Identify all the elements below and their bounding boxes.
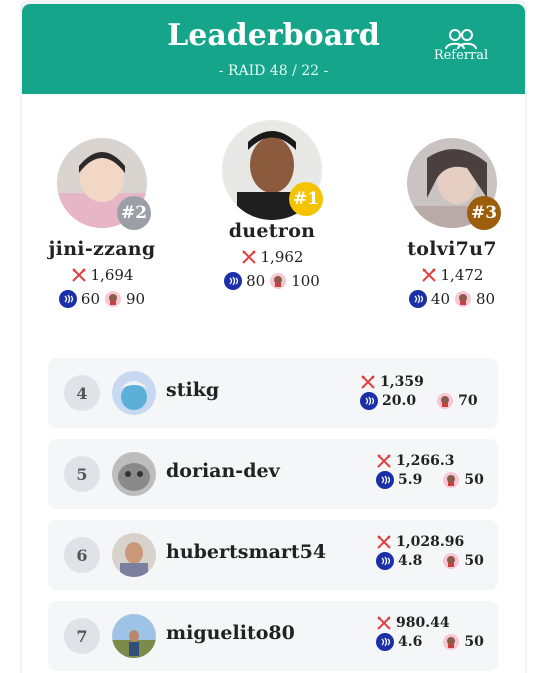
player-name: stikg [166,379,220,401]
pet-icon [270,273,287,289]
referral-button[interactable]: Referral [429,28,493,63]
pet-icon [437,393,454,409]
score-row: 1,962 [192,248,352,266]
score-value: 1,359 [380,374,424,390]
coins-value: 4.8 [398,553,423,569]
raid-subtitle: - RAID 48 / 22 - [218,63,329,79]
pets-value: 50 [464,553,484,569]
table-row[interactable]: 4 stikg 1,359 20.0 70 [48,358,498,428]
score-value: 1,266.3 [396,453,455,469]
pet-icon [443,553,460,569]
score-value: 1,028.96 [396,534,465,550]
player-stats: 980.44 4.6 50 [376,615,506,651]
swords-icon [377,454,391,468]
avatar [112,533,156,577]
swords-icon [241,250,256,264]
steem-coin-icon [224,272,243,290]
rank-badge: #1 [289,182,323,216]
table-row[interactable]: 6 hubertsmart54 1,028.96 4.8 50 [48,520,498,590]
pet-icon [455,291,471,307]
player-name: duetron [228,220,316,242]
leaderboard-header: Leaderboard - RAID 48 / 22 - Referral [22,4,525,94]
coins-value: 5.9 [398,472,423,488]
coins-value: 4.6 [398,634,423,650]
score-value: 980.44 [396,615,450,631]
pets-value: 50 [464,472,484,488]
coins-value: 80 [246,272,266,290]
steem-coin-icon [376,471,394,489]
users-icon [445,29,477,50]
pet-icon [105,291,121,307]
player-name: miguelito80 [166,622,295,644]
player-stats: 1,028.96 4.8 50 [376,534,506,570]
referral-label: Referral [433,48,489,63]
coins-value: 40 [430,290,450,308]
coins-value: 60 [80,290,100,308]
leaderboard-content: #2 jini-zzang 1,694 60 90 #1 duetron 1,9… [22,94,525,673]
rank-badge: #2 [117,196,151,230]
pets-value: 70 [458,393,478,409]
player-name: tolvi7u7 [407,238,497,260]
score-value: 1,472 [440,266,484,284]
player-name: hubertsmart54 [166,541,327,563]
score-value: 1,962 [260,248,304,266]
swords-icon [71,268,86,282]
swords-icon [377,616,391,630]
rank-badge: #3 [467,196,501,230]
avatar [112,452,156,496]
coins-value: 20.0 [382,393,417,409]
steem-coin-icon [58,290,77,308]
player-name: jini-zzang [48,238,156,260]
score-row: 1,694 [22,266,182,284]
pets-value: 100 [291,272,320,290]
table-row[interactable]: 7 miguelito80 980.44 4.6 50 [48,601,498,671]
player-stats: 1,266.3 5.9 50 [376,453,506,489]
steem-coin-icon [360,392,378,410]
podium-third[interactable]: #3 tolvi7u7 1,472 40 80 [372,124,532,308]
rank-number: 7 [64,618,100,654]
podium-first[interactable]: #1 duetron 1,962 80 100 [192,120,352,290]
pet-icon [443,634,460,650]
pet-icon [443,472,460,488]
avatar [112,371,156,415]
score-value: 1,694 [90,266,134,284]
steem-coin-icon [408,290,427,308]
rank-number: 6 [64,537,100,573]
reward-row: 80 100 [192,272,352,290]
pets-value: 90 [126,290,146,308]
reward-row: 60 90 [22,290,182,308]
swords-icon [361,375,375,389]
steem-coin-icon [376,552,394,570]
pets-value: 50 [464,634,484,650]
podium-second[interactable]: #2 jini-zzang 1,694 60 90 [22,124,182,308]
steem-coin-icon [376,633,394,651]
avatar [112,614,156,658]
swords-icon [421,268,436,282]
rank-number: 4 [64,375,100,411]
reward-row: 40 80 [372,290,532,308]
table-row[interactable]: 5 dorian-dev 1,266.3 5.9 50 [48,439,498,509]
pets-value: 80 [476,290,496,308]
player-name: dorian-dev [166,460,280,482]
swords-icon [377,535,391,549]
player-stats: 1,359 20.0 70 [360,374,490,410]
rank-number: 5 [64,456,100,492]
score-row: 1,472 [372,266,532,284]
